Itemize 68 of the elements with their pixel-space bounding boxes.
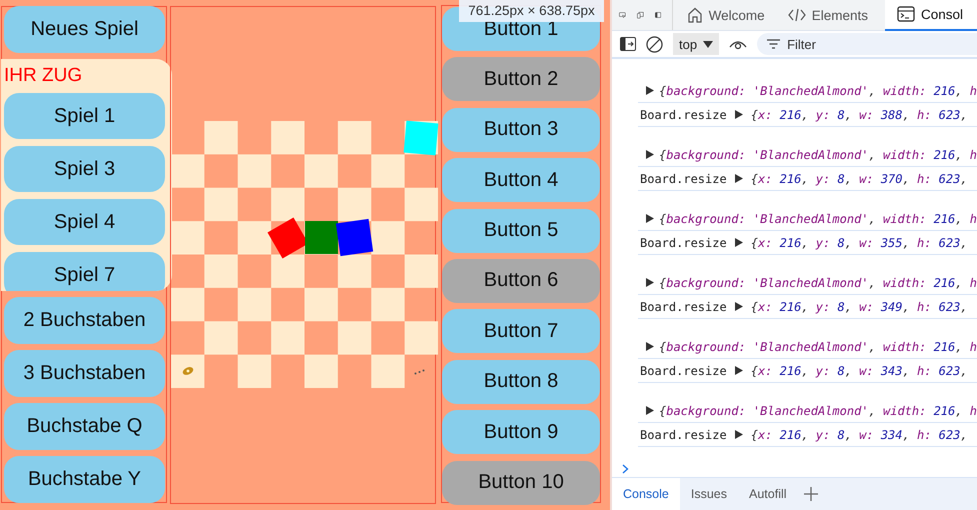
- log-object: {x: 216, y: 8, w: 370, h: 623,: [750, 172, 968, 186]
- log-object: {x: 216, y: 8, w: 388, h: 623,: [750, 108, 968, 122]
- expand-icon[interactable]: [734, 430, 743, 439]
- expand-icon[interactable]: [734, 110, 743, 119]
- drawer-tab[interactable]: Autofill: [738, 478, 798, 510]
- action-button[interactable]: Button 9: [442, 410, 600, 454]
- log-label: Board.resize: [640, 172, 727, 186]
- log-object: {background: 'BlanchedAlmond', width: 216, h: [659, 212, 977, 226]
- drawer-tab[interactable]: Console: [612, 478, 680, 510]
- clear-icon[interactable]: [646, 36, 663, 52]
- action-button[interactable]: Button 8: [442, 360, 600, 404]
- expand-icon[interactable]: [646, 86, 654, 95]
- expand-icon[interactable]: [734, 174, 743, 183]
- log-object: {x: 216, y: 8, w: 349, h: 623,: [750, 300, 968, 314]
- prompt-icon[interactable]: [622, 464, 629, 474]
- log-object: {x: 216, y: 8, w: 355, h: 623,: [750, 236, 968, 250]
- expand-icon[interactable]: [646, 406, 654, 415]
- log-object: {background: 'BlanchedAlmond', width: 216, h: [659, 148, 977, 162]
- expand-icon[interactable]: [646, 342, 654, 351]
- add-icon[interactable]: [804, 487, 818, 501]
- letter-button[interactable]: 3 Buchstaben: [4, 350, 165, 397]
- log-label: Board.resize: [640, 108, 727, 122]
- log-object: {background: 'BlanchedAlmond', width: 216, h: [659, 404, 977, 418]
- home-icon: [686, 7, 703, 23]
- game-button[interactable]: Spiel 4: [4, 199, 165, 245]
- console-icon: [896, 6, 915, 22]
- letter-button[interactable]: Buchstabe Y: [4, 456, 165, 503]
- filter-icon: [767, 39, 780, 49]
- dots-icon: [414, 369, 425, 375]
- log-label: Board.resize: [640, 300, 727, 314]
- expand-icon[interactable]: [646, 278, 654, 287]
- log-object: {background: 'BlanchedAlmond', width: 216, h: [659, 340, 977, 354]
- expand-icon[interactable]: [734, 238, 743, 247]
- devtools-tab[interactable]: Elements: [782, 0, 874, 30]
- expand-icon[interactable]: [646, 150, 654, 159]
- turn-label: IHR ZUG: [4, 65, 84, 87]
- caret-icon: [703, 40, 714, 48]
- expand-icon[interactable]: [734, 366, 743, 375]
- devtools-tab[interactable]: Welcome: [680, 0, 771, 30]
- new-game-button[interactable]: Neues Spiel: [4, 6, 165, 53]
- letter-button[interactable]: Buchstabe Q: [4, 403, 165, 450]
- log-label: Board.resize: [640, 236, 727, 250]
- letter-button[interactable]: 2 Buchstaben: [4, 297, 165, 344]
- game-button[interactable]: Spiel 1: [4, 93, 165, 139]
- game-button[interactable]: Spiel 3: [4, 146, 165, 192]
- action-button[interactable]: Button 5: [442, 208, 600, 253]
- action-button[interactable]: Button 3: [442, 108, 600, 152]
- sidebar-icon[interactable]: [620, 37, 636, 51]
- log-object: {background: 'BlanchedAlmond', width: 216, h: [659, 276, 977, 290]
- expand-icon[interactable]: [646, 214, 654, 223]
- action-button[interactable]: Button 7: [442, 309, 600, 354]
- log-object: {background: 'BlanchedAlmond', width: 216, h: [659, 84, 977, 98]
- devtools-tab[interactable]: Consol: [884, 0, 977, 30]
- code-icon: [788, 8, 806, 22]
- game-button[interactable]: Spiel 7: [4, 252, 165, 291]
- filter-field[interactable]: Filter: [757, 33, 977, 55]
- context-dropdown[interactable]: top: [673, 33, 720, 55]
- action-button[interactable]: Button 4: [442, 158, 600, 202]
- game-piece[interactable]: [336, 219, 374, 256]
- expand-icon[interactable]: [734, 302, 743, 311]
- log-object: {x: 216, y: 8, w: 343, h: 623,: [750, 364, 968, 378]
- size-tooltip: 761.25px × 638.75px: [459, 0, 604, 22]
- game-piece[interactable]: [304, 221, 338, 254]
- drawer-tab[interactable]: Issues: [680, 478, 738, 510]
- log-object: {x: 216, y: 8, w: 334, h: 623,: [750, 428, 968, 442]
- sprite-icon: [182, 366, 194, 376]
- log-label: Board.resize: [640, 428, 727, 442]
- log-label: Board.resize: [640, 364, 727, 378]
